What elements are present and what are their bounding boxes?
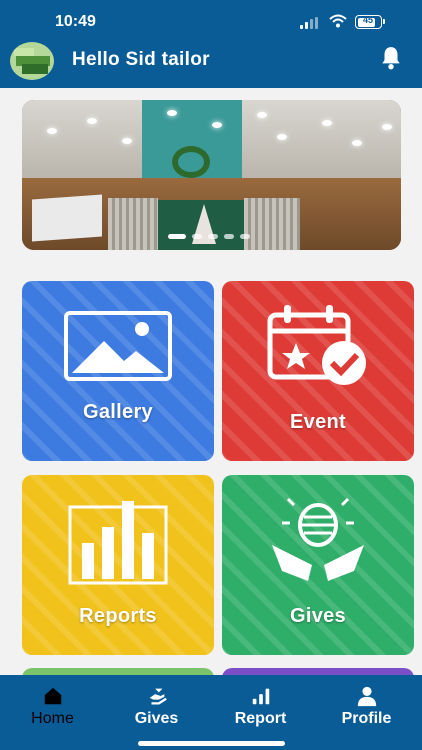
greeting-text: Hello Sid tailor bbox=[72, 49, 210, 70]
carousel-dots[interactable] bbox=[168, 234, 258, 242]
nav-item-profile[interactable]: Profile bbox=[314, 675, 419, 735]
nav-label-profile: Profile bbox=[341, 710, 392, 727]
cellular-signal-icon bbox=[300, 17, 318, 29]
curtain-right bbox=[244, 198, 300, 250]
projector-screen bbox=[32, 194, 102, 242]
status-time: 10:49 bbox=[55, 13, 96, 30]
avatar[interactable] bbox=[10, 42, 54, 80]
gives-tile[interactable]: Gives bbox=[222, 475, 414, 655]
nav-item-report[interactable]: Report bbox=[208, 675, 313, 735]
bell-icon[interactable] bbox=[378, 45, 404, 71]
nav-label-home: Home bbox=[31, 710, 74, 727]
tile-label-event: Event bbox=[290, 411, 346, 433]
home-indicator[interactable] bbox=[138, 741, 285, 746]
person-icon bbox=[357, 686, 376, 707]
curtain-left bbox=[108, 198, 158, 250]
banner-carousel[interactable] bbox=[22, 100, 401, 250]
bottom-navigation: Home Gives Report Profile bbox=[0, 675, 422, 750]
tile-label-reports: Reports bbox=[79, 605, 157, 627]
battery-level: 45 bbox=[362, 15, 373, 25]
nav-label-gives: Gives bbox=[134, 710, 179, 727]
home-icon bbox=[44, 687, 61, 705]
nav-item-home[interactable]: Home bbox=[0, 675, 105, 735]
reports-tile[interactable]: Reports bbox=[22, 475, 214, 655]
app-header: Hello Sid tailor bbox=[0, 42, 422, 88]
battery-icon: 45 bbox=[355, 15, 382, 29]
tile-label-gives: Gives bbox=[290, 605, 346, 627]
bar-chart-icon bbox=[68, 501, 168, 585]
giving-hands-icon bbox=[272, 497, 364, 581]
nav-item-gives[interactable]: Gives bbox=[104, 675, 209, 735]
bar-chart-icon bbox=[252, 688, 269, 705]
nav-label-report: Report bbox=[234, 710, 287, 727]
hand-heart-icon bbox=[149, 688, 167, 705]
battery-cap bbox=[383, 19, 385, 24]
wreath-decoration bbox=[172, 146, 210, 178]
calendar-check-icon bbox=[267, 305, 366, 385]
tile-label-gallery: Gallery bbox=[83, 401, 153, 423]
gallery-tile[interactable]: Gallery bbox=[22, 281, 214, 461]
event-tile[interactable]: Event bbox=[222, 281, 414, 461]
wifi-icon bbox=[329, 14, 347, 28]
status-bar: 10:49 45 bbox=[0, 0, 422, 42]
image-icon bbox=[64, 311, 172, 381]
